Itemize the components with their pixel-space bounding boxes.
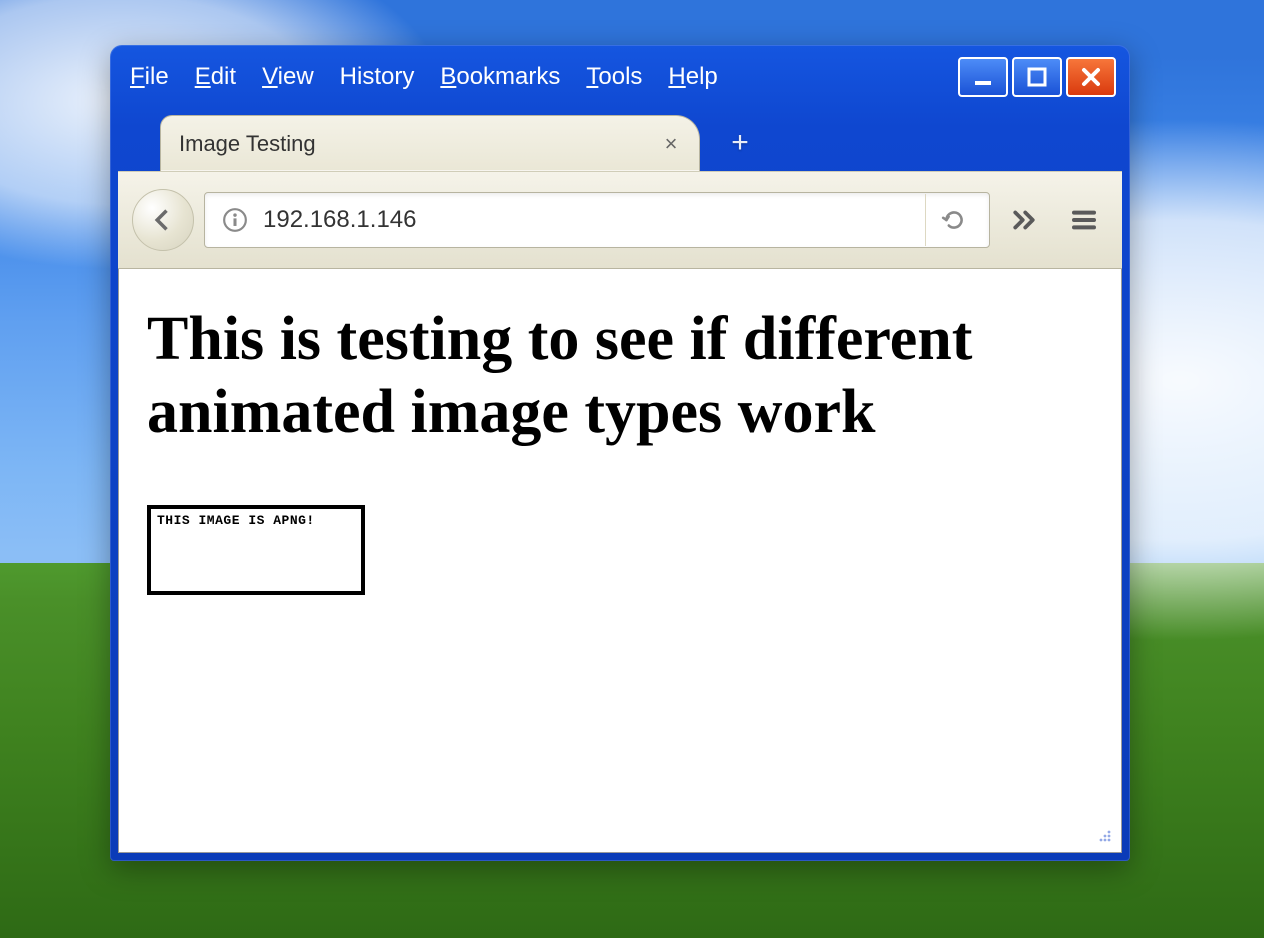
hamburger-icon — [1068, 204, 1100, 236]
close-icon — [1079, 65, 1103, 89]
resize-grip-icon — [1095, 826, 1113, 844]
maximize-icon — [1025, 65, 1049, 89]
menu-tools[interactable]: Tools — [586, 63, 642, 91]
menu-view[interactable]: View — [262, 63, 314, 91]
tab-bar: Image Testing × + — [118, 107, 1122, 171]
minimize-button[interactable] — [958, 57, 1008, 97]
menu-file[interactable]: File — [130, 63, 169, 91]
image-caption: THIS IMAGE IS APNG! — [157, 513, 315, 528]
plus-icon: + — [731, 126, 749, 160]
arrow-left-icon — [149, 206, 177, 234]
tab-title: Image Testing — [179, 131, 645, 157]
menu-help[interactable]: Help — [668, 63, 717, 91]
reload-icon — [941, 207, 967, 233]
address-input[interactable] — [257, 206, 925, 234]
navigation-toolbar — [118, 171, 1122, 269]
site-info-button[interactable] — [213, 198, 257, 242]
info-icon — [222, 207, 248, 233]
tab-close-button[interactable]: × — [659, 131, 683, 157]
reload-button[interactable] — [925, 194, 981, 246]
minimize-icon — [971, 65, 995, 89]
menu-bar: File Edit View History Bookmarks Tools H… — [118, 53, 1122, 101]
close-window-button[interactable] — [1066, 57, 1116, 97]
menu-history[interactable]: History — [340, 63, 415, 91]
chevron-double-right-icon — [1009, 205, 1039, 235]
new-tab-button[interactable]: + — [722, 125, 758, 161]
maximize-button[interactable] — [1012, 57, 1062, 97]
page-content: This is testing to see if different anim… — [118, 269, 1122, 853]
url-bar — [204, 192, 990, 248]
resize-grip[interactable] — [1095, 826, 1113, 844]
window-controls — [958, 57, 1116, 97]
menu-list: File Edit View History Bookmarks Tools H… — [124, 63, 718, 91]
page-heading: This is testing to see if different anim… — [147, 303, 1093, 449]
menu-bookmarks[interactable]: Bookmarks — [440, 63, 560, 91]
app-menu-button[interactable] — [1060, 196, 1108, 244]
browser-window: File Edit View History Bookmarks Tools H… — [110, 45, 1130, 861]
back-button[interactable] — [132, 189, 194, 251]
desktop-wallpaper: File Edit View History Bookmarks Tools H… — [0, 0, 1264, 938]
overflow-button[interactable] — [1000, 196, 1048, 244]
menu-edit[interactable]: Edit — [195, 63, 236, 91]
tab-active[interactable]: Image Testing × — [160, 115, 700, 171]
apng-test-image: THIS IMAGE IS APNG! — [147, 505, 365, 595]
